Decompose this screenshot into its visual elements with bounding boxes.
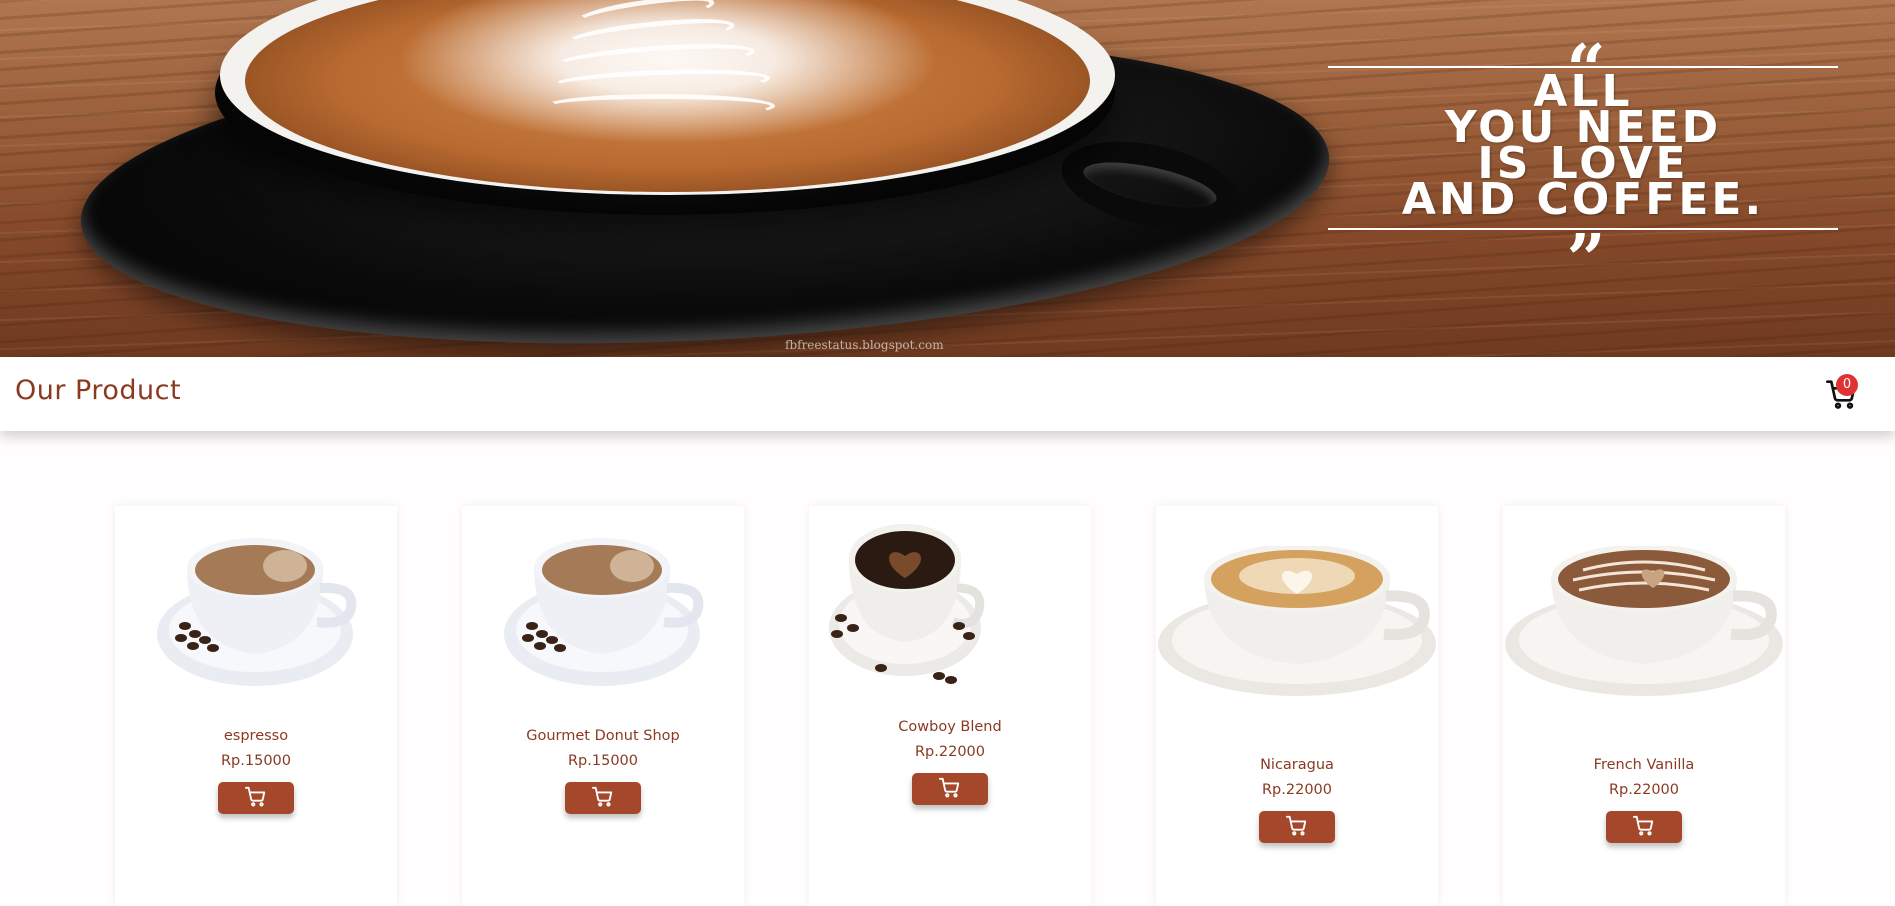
cart-icon: [245, 786, 267, 811]
product-name: espresso: [223, 728, 289, 744]
add-to-cart-button[interactable]: [1259, 811, 1335, 843]
hero-banner: “ ALL YOU NEED IS LOVE AND COFFEE. ” fbf…: [0, 0, 1895, 357]
add-to-cart-button[interactable]: [218, 782, 294, 814]
product-price: Rp.22000: [914, 744, 985, 760]
product-price: Rp.22000: [1608, 782, 1679, 798]
product-card: Cowboy Blend Rp.22000: [809, 506, 1091, 906]
page-title: Our Product: [15, 375, 182, 406]
quote-text: ALL YOU NEED IS LOVE AND COFFEE.: [1328, 70, 1838, 225]
espresso-cup-image: [115, 526, 397, 716]
product-card: Gourmet Donut Shop Rp.15000: [462, 506, 744, 906]
product-name: Cowboy Blend: [898, 719, 1002, 735]
add-to-cart-button[interactable]: [1606, 811, 1682, 843]
add-to-cart-button[interactable]: [565, 782, 641, 814]
product-name: French Vanilla: [1593, 757, 1695, 773]
close-quote-mark: ”: [1566, 220, 1605, 300]
hero-watermark: fbfreestatus.blogspot.com: [785, 338, 944, 352]
product-price: Rp.15000: [567, 753, 638, 769]
cart-icon: [592, 786, 614, 811]
cart-icon: [1633, 815, 1655, 840]
hero-quote: “ ALL YOU NEED IS LOVE AND COFFEE. ”: [1328, 30, 1838, 294]
latte-cup-image: [1156, 544, 1438, 736]
cart-count-badge: 0: [1836, 374, 1858, 396]
product-price: Rp.15000: [220, 753, 291, 769]
product-name: Nicaragua: [1260, 757, 1334, 773]
product-list: espresso Rp.15000 Gourmet Donut Shop Rp.…: [0, 431, 1895, 906]
cart-icon: [939, 777, 961, 802]
product-price: Rp.22000: [1261, 782, 1332, 798]
espresso-cup-image: [462, 526, 744, 716]
product-card: French Vanilla Rp.22000: [1503, 506, 1785, 906]
product-card: espresso Rp.15000: [115, 506, 397, 906]
product-name: Gourmet Donut Shop: [526, 728, 680, 744]
mocha-cup-image: [1503, 544, 1785, 736]
product-card: Nicaragua Rp.22000: [1156, 506, 1438, 906]
heart-coffee-cup-image: [809, 518, 1091, 708]
quote-line-4: AND COFFEE.: [1401, 174, 1765, 225]
add-to-cart-button[interactable]: [912, 773, 988, 805]
cart-icon: [1286, 815, 1308, 840]
navbar: Our Product: [0, 357, 1895, 431]
